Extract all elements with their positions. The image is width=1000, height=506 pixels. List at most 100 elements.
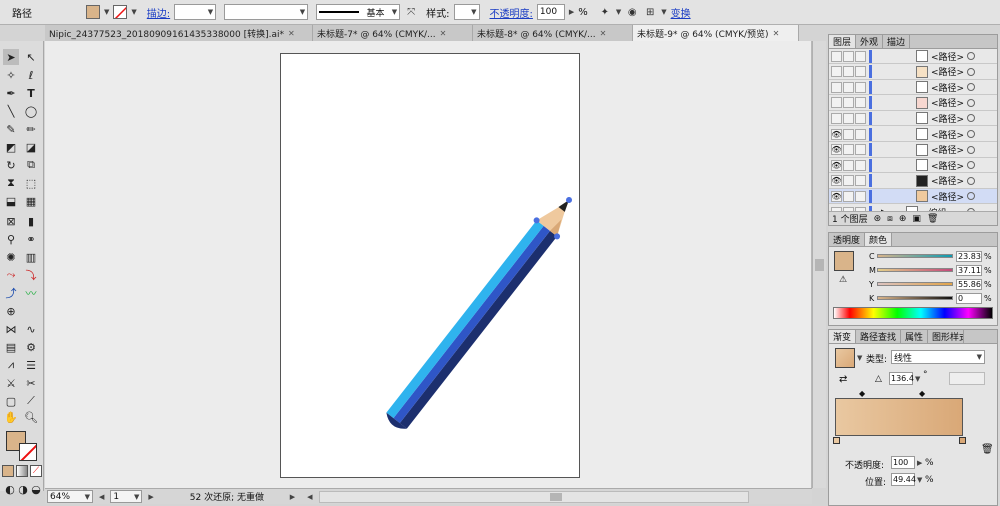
template-toggle[interactable] [855, 50, 866, 62]
lock-toggle[interactable] [843, 50, 854, 62]
color-mode-icon[interactable] [2, 465, 14, 477]
slider-track[interactable] [877, 254, 953, 258]
hscroll-left-icon[interactable]: ◀ [307, 493, 312, 501]
gradient-preview-swatch[interactable] [835, 348, 855, 368]
layer-row[interactable]: <路径> [829, 49, 997, 64]
diamond-stop-icon[interactable]: ◆ [919, 389, 925, 398]
visibility-eye-icon[interactable]: 👁︎ [831, 144, 842, 156]
layer-row[interactable]: <路径> [829, 65, 997, 80]
scrollbar-thumb[interactable] [815, 259, 824, 271]
zoom-field[interactable]: 64% ▼ [47, 490, 93, 503]
artboard-tool-icon[interactable]: ⤴ [3, 285, 19, 301]
delete-layer-icon[interactable]: 🗑︎ [927, 214, 938, 224]
delete-stop-icon[interactable]: 🗑︎ [981, 444, 994, 455]
tab-color[interactable]: 颜色 [865, 233, 893, 246]
gradient-mode-icon[interactable] [16, 465, 28, 477]
doc-tab-4[interactable]: 未标题-9* @ 64% (CMYK/预览) ✕ [633, 25, 799, 41]
layer-row[interactable]: 👁︎ <路径> [829, 158, 997, 174]
reshape-tool-icon[interactable]: ⤳ [3, 267, 19, 283]
visibility-eye-icon[interactable]: 👁︎ [831, 159, 842, 171]
template-toggle[interactable] [855, 112, 866, 124]
scissors-tool-icon[interactable]: ✂ [23, 375, 39, 391]
target-circle-icon[interactable] [967, 176, 975, 185]
template-toggle[interactable] [855, 175, 866, 187]
layer-row[interactable]: <路径> [829, 111, 997, 127]
angle-dropdown-icon[interactable]: ▼ [915, 375, 920, 383]
template-toggle[interactable] [855, 81, 866, 93]
symbol-sprayer-tool-icon[interactable]: ✺ [3, 249, 19, 265]
color-fill-swatch[interactable] [834, 251, 854, 271]
lock-toggle[interactable] [843, 144, 854, 156]
visibility-eye-icon[interactable]: 👁︎ [831, 128, 842, 140]
lock-toggle[interactable] [843, 66, 854, 78]
recolor-icon[interactable]: ✦ [598, 5, 612, 19]
artboard[interactable] [280, 53, 580, 478]
magenta-slider[interactable]: M 37.11 % [869, 264, 997, 276]
locate-object-icon[interactable]: ⊛ [874, 214, 882, 224]
doc-tab-1[interactable]: Nipic_24377523_20180909161435338000 [转换]… [45, 25, 313, 41]
layer-name[interactable]: <路径> [931, 96, 964, 109]
target-circle-icon[interactable] [967, 161, 975, 170]
template-toggle[interactable] [855, 144, 866, 156]
shape-builder-tool-icon[interactable]: ⬓ [3, 193, 19, 209]
pencil-tool-icon[interactable]: ✏ [23, 121, 39, 137]
close-icon[interactable]: ✕ [440, 29, 447, 38]
artboard-number-field[interactable]: 1 ▼ [110, 490, 143, 503]
channel-value-input[interactable]: 37.11 [956, 264, 982, 276]
close-icon[interactable]: ✕ [600, 29, 607, 38]
lock-toggle[interactable] [843, 81, 854, 93]
selection-tool-icon[interactable]: ➤ [3, 49, 19, 65]
new-layer-icon[interactable]: ▣ [912, 214, 921, 224]
layer-name[interactable]: <路径> [931, 159, 964, 172]
template-toggle[interactable] [855, 128, 866, 140]
none-mode-icon[interactable]: ⟋ [30, 465, 42, 477]
gradient-opacity-dropdown-icon[interactable]: ▶ [917, 459, 922, 467]
perspective-grid-tool-icon[interactable]: ▦ [23, 193, 39, 209]
align-icon[interactable]: ⊞ [643, 5, 657, 19]
gradient-slider-bar[interactable] [835, 398, 963, 436]
visibility-eye-icon[interactable] [831, 112, 842, 124]
layer-row[interactable]: <路径> [829, 80, 997, 96]
tab-gradient[interactable]: 渐变 [829, 330, 857, 343]
canvas-horizontal-scrollbar[interactable] [318, 490, 749, 503]
pencil-illustration[interactable] [281, 54, 581, 479]
variable-width-profile[interactable]: ▼ [224, 4, 309, 20]
layer-name[interactable]: <路径> [931, 128, 964, 141]
line-tool-icon[interactable]: ╲ [3, 103, 19, 119]
tab-stroke[interactable]: 描边 [883, 35, 911, 48]
next-artboard-icon[interactable]: ▶ [148, 493, 153, 501]
transform-link[interactable]: 变换 [671, 5, 691, 20]
lock-toggle[interactable] [843, 128, 854, 140]
width-tool-icon[interactable]: ⧗ [3, 175, 19, 191]
slice-tool-icon[interactable]: 〰 [23, 285, 39, 301]
layer-row[interactable]: 👁︎ <路径> [829, 189, 997, 205]
list-tool-icon[interactable]: ☰ [23, 357, 39, 373]
lock-toggle[interactable] [843, 112, 854, 124]
close-icon[interactable]: ✕ [773, 29, 780, 38]
fill-dropdown-icon[interactable]: ▼ [104, 8, 109, 16]
crosshair-tool-icon[interactable]: ⊕ [3, 303, 19, 319]
magic-wand-tool-icon[interactable]: ✧ [3, 67, 19, 83]
rotate-tool-icon[interactable]: ↻ [3, 157, 19, 173]
brush-definition[interactable]: 基本 ▼ [316, 4, 401, 20]
doc-tab-3[interactable]: 未标题-8* @ 64% (CMYK/... ✕ [473, 25, 633, 41]
knife-alt-tool-icon[interactable]: ⟋ [23, 393, 39, 409]
align-dropdown-icon[interactable]: ▼ [661, 8, 666, 16]
opacity-dropdown-icon[interactable]: ▶ [569, 8, 574, 16]
pen-tool-icon[interactable]: ✒ [3, 85, 19, 101]
diamond-stop-icon[interactable]: ◆ [859, 389, 865, 398]
zoom-tool-icon[interactable]: 🔍︎ [23, 409, 39, 425]
canvas-area[interactable] [45, 41, 812, 488]
layer-name[interactable]: <路径> [931, 190, 964, 203]
channel-value-input[interactable]: 23.83 [956, 250, 982, 262]
crystallize-tool-icon[interactable]: ⚙ [23, 339, 39, 355]
gradient-stop-right[interactable] [959, 437, 966, 444]
pencil-body-light[interactable] [386, 220, 544, 419]
layer-row[interactable]: 👁︎ <路径> [829, 143, 997, 158]
layer-row[interactable]: 👁︎ <路径> [829, 174, 997, 189]
target-circle-icon[interactable] [967, 192, 975, 201]
opacity-field[interactable]: 100 [536, 4, 565, 20]
graphic-style-field[interactable]: ▼ [453, 4, 480, 20]
new-sublayer-icon[interactable]: ⊕ [899, 214, 907, 224]
warp-tool-icon[interactable]: ⤵ [23, 267, 39, 283]
